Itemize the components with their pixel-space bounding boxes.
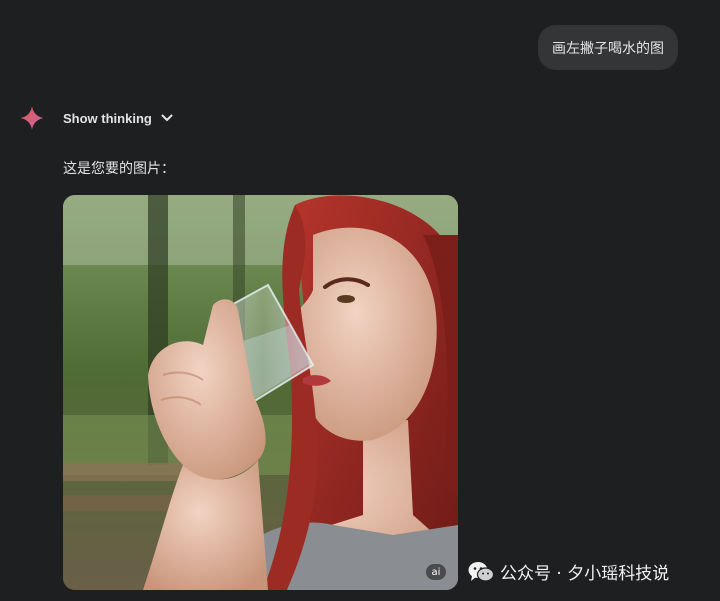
watermark: 公众号 · 夕小瑶科技说 xyxy=(468,559,669,584)
chevron-down-icon xyxy=(161,114,173,121)
chat-page: 画左撇子喝水的图 Show thinking 这是您要的图片： ai 公众号 ·… xyxy=(0,0,720,601)
show-thinking-toggle[interactable]: Show thinking xyxy=(63,111,173,126)
ai-generated-badge: ai xyxy=(426,564,446,580)
model-response-header: Show thinking xyxy=(18,104,173,132)
user-message-bubble: 画左撇子喝水的图 xyxy=(538,25,678,70)
gemini-sparkle-icon xyxy=(18,104,46,132)
generated-image[interactable]: ai xyxy=(63,195,458,590)
wechat-icon xyxy=(468,561,494,582)
user-message-text: 画左撇子喝水的图 xyxy=(552,40,664,57)
show-thinking-label: Show thinking xyxy=(63,110,152,126)
drinking-woman-illustration xyxy=(63,195,458,590)
watermark-text: 公众号 · 夕小瑶科技说 xyxy=(500,564,670,584)
model-reply-text: 这是您要的图片： xyxy=(63,161,175,177)
